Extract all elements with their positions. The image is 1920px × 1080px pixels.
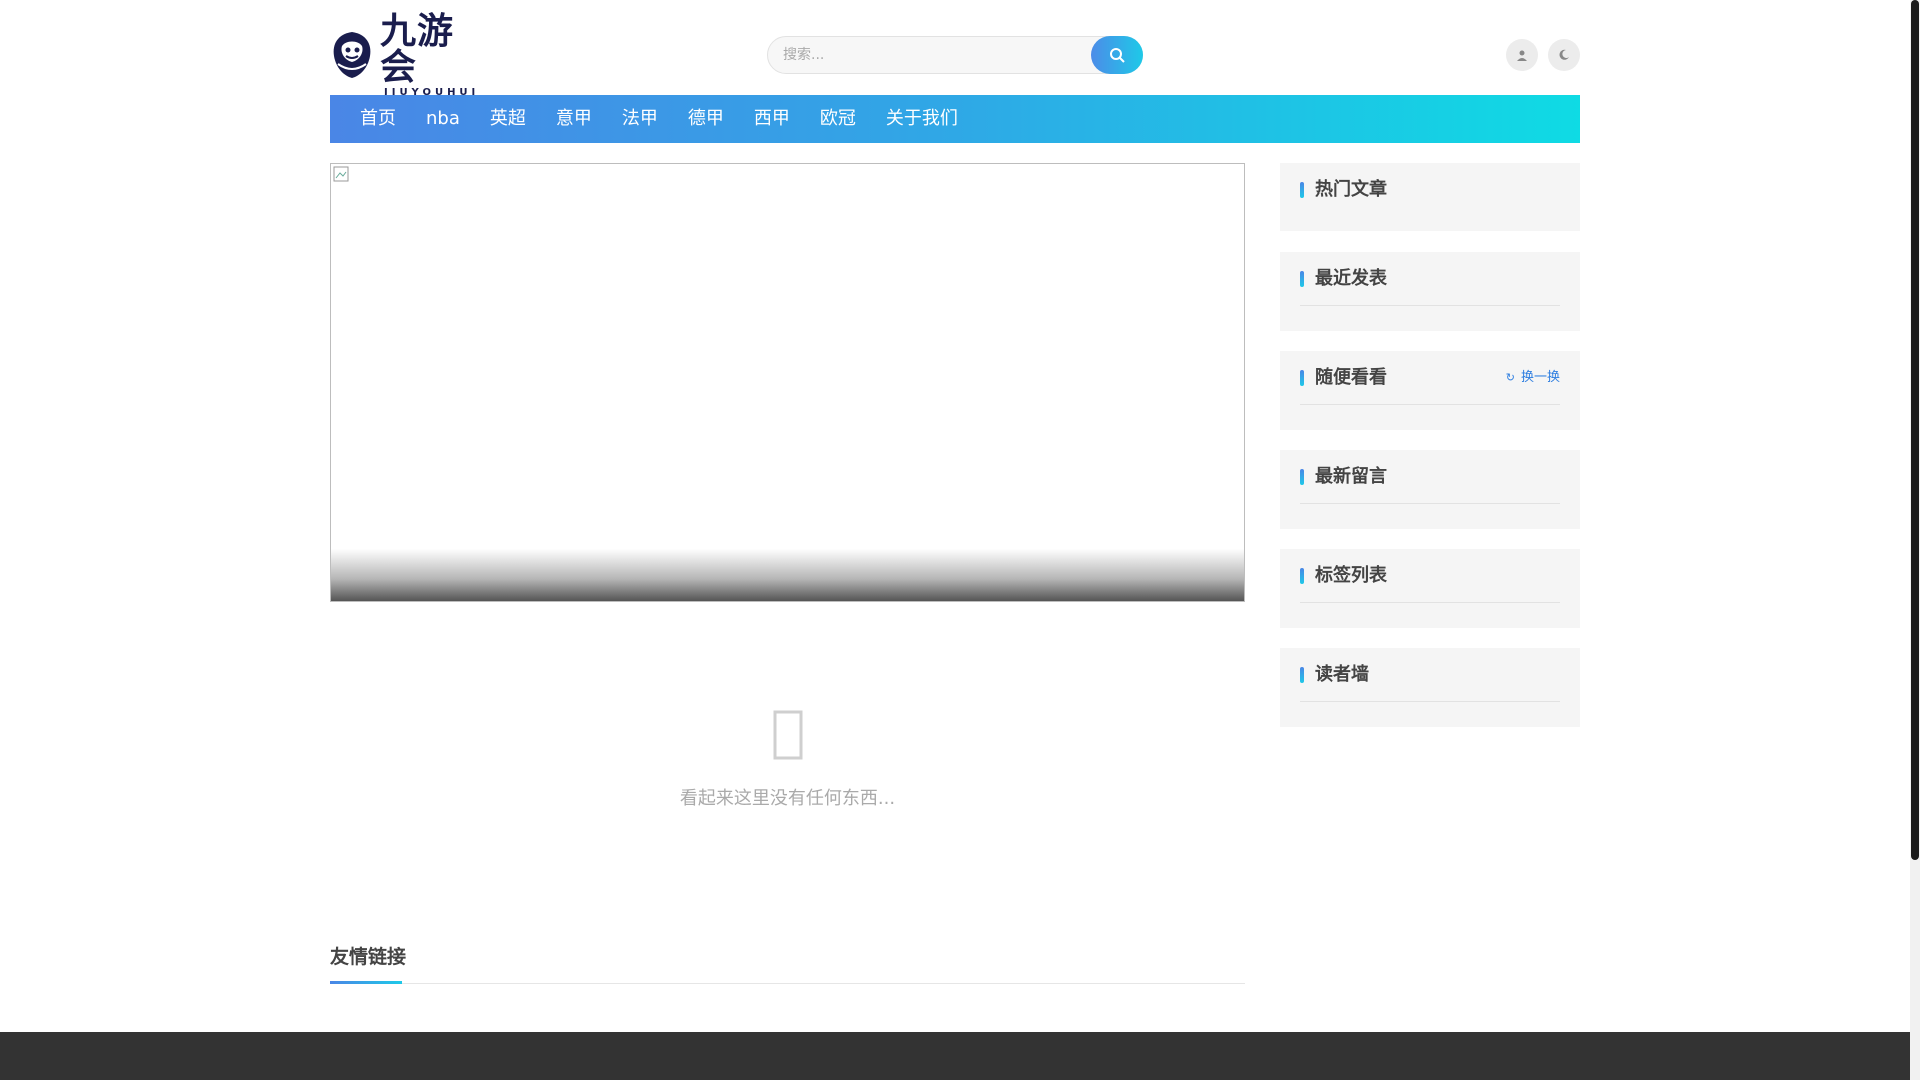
widget-title: 标签列表 [1300, 549, 1560, 603]
broken-image-icon [333, 166, 349, 182]
widget-recent: 最近发表 [1280, 252, 1580, 331]
scrollbar-thumb[interactable] [1911, 0, 1919, 860]
nav-item-la-liga[interactable]: 西甲 [754, 95, 790, 143]
moon-icon [1559, 49, 1569, 60]
inbox-icon [330, 710, 1245, 772]
widget-title: 随便看看 ↻ 换一换 [1300, 351, 1560, 405]
nav-item-bundesliga[interactable]: 德甲 [688, 95, 724, 143]
theme-toggle-button[interactable] [1548, 39, 1580, 71]
widget-title: 读者墙 [1300, 648, 1560, 702]
nav-item-home[interactable]: 首页 [360, 95, 396, 143]
friend-links: 友情链接 [330, 944, 1245, 984]
page-scrollbar[interactable] [1910, 0, 1920, 1080]
shuffle-button[interactable]: ↻ 换一换 [1506, 351, 1560, 405]
shuffle-label: 换一换 [1520, 370, 1560, 385]
site-logo[interactable]: 九游会 JIUYOUHUI [330, 13, 480, 97]
refresh-icon: ↻ [1505, 371, 1515, 384]
nav-item-ligue-1[interactable]: 法甲 [622, 95, 658, 143]
widget-popular: 热门文章 [1280, 163, 1580, 231]
friend-links-title: 友情链接 [330, 946, 407, 968]
header: 九游会 JIUYOUHUI [330, 0, 1580, 97]
nav-item-premier-league[interactable]: 英超 [490, 95, 526, 143]
widget-random: 随便看看 ↻ 换一换 [1280, 351, 1580, 430]
search-icon [1110, 48, 1125, 63]
widget-title: 热门文章 [1300, 163, 1560, 217]
empty-text: 看起来这里没有任何东西... [679, 788, 896, 809]
footer [0, 1032, 1910, 1080]
search-box [767, 36, 1143, 74]
nav-item-nba[interactable]: nba [426, 95, 460, 143]
widget-tags: 标签列表 [1280, 549, 1580, 628]
widget-comments: 最新留言 [1280, 450, 1580, 529]
user-button[interactable] [1506, 39, 1538, 71]
widget-readers: 读者墙 [1280, 648, 1580, 727]
search-button[interactable] [1091, 36, 1143, 74]
friend-links-underline [330, 981, 402, 984]
page: 九游会 JIUYOUHUI 首页 [0, 0, 1910, 1080]
main-nav: 首页 nba 英超 意甲 法甲 德甲 西甲 欧冠 关于我们 [330, 95, 1580, 143]
nav-item-about[interactable]: 关于我们 [886, 95, 958, 143]
widget-title-text: 随便看看 [1315, 367, 1387, 388]
logo-cn-text: 九游会 [380, 9, 455, 88]
search-input[interactable] [768, 37, 1088, 73]
logo-mark-icon [330, 30, 374, 80]
widget-title: 最近发表 [1300, 252, 1560, 306]
nav-item-serie-a[interactable]: 意甲 [556, 95, 592, 143]
widget-title: 最新留言 [1300, 450, 1560, 504]
user-icon [1517, 50, 1527, 61]
banner-slider[interactable] [330, 163, 1245, 602]
nav-item-champions-league[interactable]: 欧冠 [820, 95, 856, 143]
empty-state: 看起来这里没有任何东西... [330, 710, 1245, 810]
